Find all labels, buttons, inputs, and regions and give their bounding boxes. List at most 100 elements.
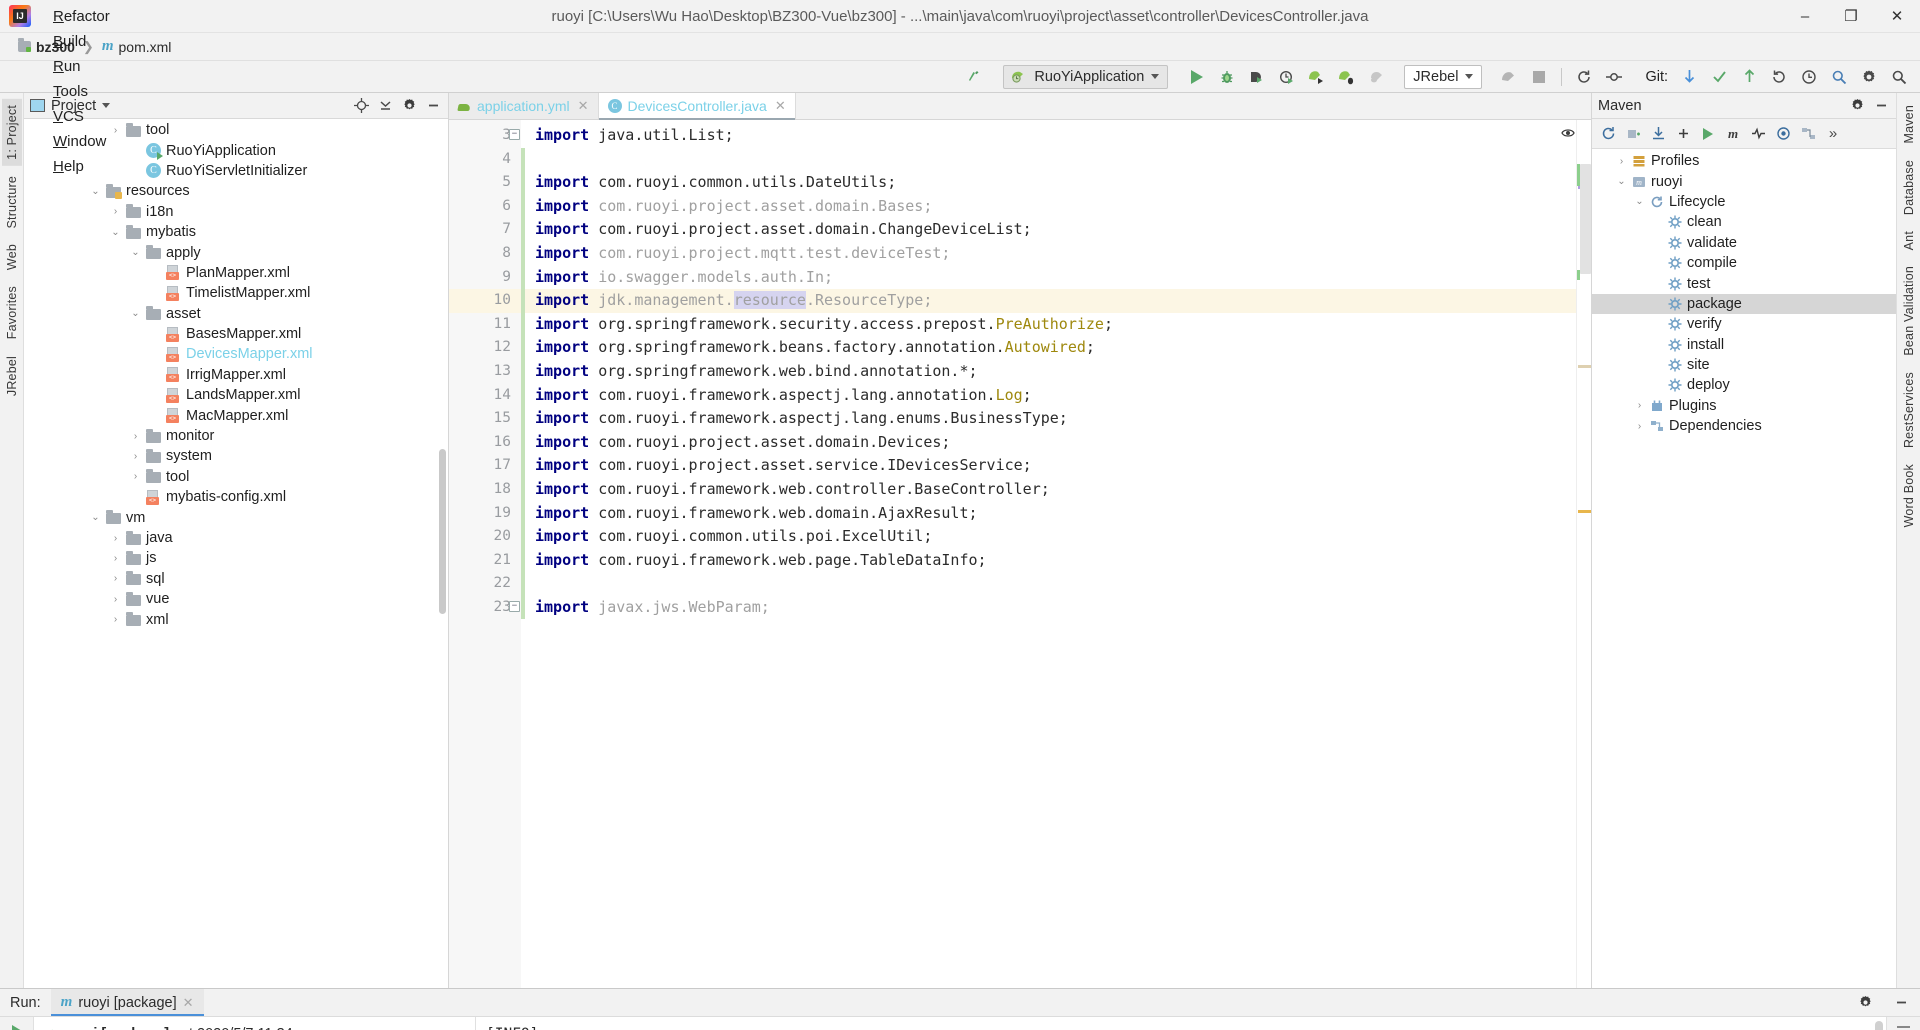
close-icon[interactable]: ✕ [183, 995, 194, 1011]
wrap-text-icon[interactable] [1896, 1025, 1911, 1030]
menu-tools[interactable]: Tools [43, 79, 122, 104]
code-line[interactable]: import org.springframework.beans.factory… [521, 336, 1576, 360]
tree-node[interactable]: ›CRuoYiServletInitializer [24, 161, 448, 181]
tree-node[interactable]: › system [24, 446, 448, 466]
attach-process-icon[interactable] [1364, 65, 1390, 89]
update-project-icon[interactable] [1571, 65, 1597, 89]
maven-goal-tree[interactable]: ›Profiles⌄mruoyi⌄Lifecycle›clean›validat… [1592, 149, 1896, 988]
git-revert-icon[interactable] [1766, 65, 1792, 89]
expand-arrow-icon[interactable]: › [110, 553, 121, 564]
maven-tree-node[interactable]: ⌄ m ruoyi [1592, 171, 1896, 191]
tree-node[interactable]: ›<>DevicesMapper.xml [24, 344, 448, 364]
run-icon[interactable] [1184, 65, 1210, 89]
chevron-down-icon[interactable] [1465, 74, 1474, 79]
close-icon[interactable]: ✕ [775, 98, 786, 114]
tree-node[interactable]: ›<>LandsMapper.xml [24, 385, 448, 405]
line-number[interactable]: 12 [449, 336, 521, 360]
close-icon[interactable]: ✕ [578, 98, 589, 114]
code-line[interactable]: import com.ruoyi.project.asset.service.I… [521, 454, 1576, 478]
tree-node[interactable]: ›<>BasesMapper.xml [24, 324, 448, 344]
expand-arrow-icon[interactable]: ⌄ [90, 186, 101, 197]
console-output[interactable]: [INFO] ---------------------------------… [476, 1017, 1886, 1030]
code-line[interactable]: import com.ruoyi.project.asset.domain.Ch… [521, 218, 1576, 242]
code-line[interactable]: import com.ruoyi.common.utils.DateUtils; [521, 171, 1576, 195]
settings-gear-icon[interactable] [1848, 97, 1866, 115]
run-actions-sidebar[interactable]: » [0, 1017, 34, 1030]
expand-arrow-icon[interactable]: ⌄ [130, 247, 141, 258]
line-number[interactable]: 18 [449, 478, 521, 502]
commit-icon[interactable] [1601, 65, 1627, 89]
console-scrollbar[interactable] [1875, 1021, 1883, 1030]
maven-tree-node[interactable]: ›validate [1592, 233, 1896, 253]
tool-window-button-restservices[interactable]: RestServices [1899, 366, 1919, 454]
editor-tab-bar[interactable]: application.yml ✕ C DevicesController.java ✕ [449, 93, 1591, 120]
expand-arrow-icon[interactable]: ⌄ [110, 227, 121, 238]
run-with-coverage-icon[interactable] [1244, 65, 1270, 89]
tree-node[interactable]: ›<>mybatis-config.xml [24, 487, 448, 507]
maven-tree-node[interactable]: ›site [1592, 355, 1896, 375]
stop-icon[interactable] [1526, 65, 1552, 89]
tree-node[interactable]: ›<>TimelistMapper.xml [24, 283, 448, 303]
editor-scrollbar-thumb[interactable] [1580, 164, 1591, 274]
more-icon[interactable]: » [1822, 123, 1844, 145]
git-history-icon[interactable] [1796, 65, 1822, 89]
code-line[interactable]: import org.springframework.web.bind.anno… [521, 359, 1576, 384]
code-line[interactable] [521, 147, 1576, 172]
line-number-gutter[interactable]: 3 4 5 6 7 8 9 10 11 12 13 14 15 16 17 18 19 20 21 22 23− − [449, 120, 521, 988]
add-icon[interactable] [1672, 123, 1694, 145]
git-commit-icon[interactable] [1706, 65, 1732, 89]
line-number[interactable]: 10 [449, 289, 521, 313]
tree-node[interactable]: ›CRuoYiApplication [24, 140, 448, 161]
maven-tree-node[interactable]: ›compile [1592, 253, 1896, 273]
error-marker-strip[interactable] [1561, 120, 1591, 988]
line-number[interactable]: 6 [449, 195, 521, 219]
expand-arrow-icon[interactable]: › [110, 206, 121, 217]
reload-icon[interactable] [1597, 123, 1619, 145]
expand-arrow-icon[interactable]: ⌄ [130, 308, 141, 319]
line-number[interactable]: 17 [449, 454, 521, 478]
git-push-icon[interactable] [1736, 65, 1762, 89]
code-line[interactable]: import javax.jws.WebParam; [521, 595, 1576, 620]
tree-node[interactable]: › monitor [24, 426, 448, 446]
expand-arrow-icon[interactable]: › [110, 573, 121, 584]
tree-node[interactable]: ⌄ vm [24, 507, 448, 527]
run-configuration-selector[interactable]: RuoYiApplication [1003, 64, 1169, 89]
menu-refactor[interactable]: Refactor [43, 4, 122, 29]
maven-toolbar[interactable]: m » [1592, 119, 1896, 149]
expand-arrow-icon[interactable]: ⌄ [90, 512, 101, 523]
code-line[interactable]: import com.ruoyi.project.asset.domain.Ba… [521, 194, 1576, 219]
line-number[interactable]: 20 [449, 525, 521, 549]
chevron-down-icon[interactable] [1151, 74, 1160, 79]
tool-window-button-favorites[interactable]: Favorites [2, 280, 22, 345]
tree-node[interactable]: › vue [24, 589, 448, 609]
maven-tree-node[interactable]: ⌄ Lifecycle [1592, 192, 1896, 212]
line-number[interactable]: 5 [449, 171, 521, 195]
expand-arrow-icon[interactable]: › [130, 451, 141, 462]
line-number[interactable]: 15 [449, 407, 521, 431]
right-tool-strip[interactable]: Maven Database Ant Bean Validation RestServi… [1896, 93, 1920, 988]
settings-gear-icon[interactable] [1856, 65, 1882, 89]
tree-node[interactable]: › tool [24, 467, 448, 487]
tree-node[interactable]: › java [24, 528, 448, 548]
search-everywhere-icon[interactable] [1826, 65, 1852, 89]
jrebel-debug-icon[interactable] [1334, 65, 1360, 89]
expand-arrow-icon[interactable]: › [130, 431, 141, 442]
tree-node[interactable]: ⌄ mybatis [24, 222, 448, 242]
show-diagram-icon[interactable] [1797, 123, 1819, 145]
main-toolbar[interactable]: RuoYiApplication JRebel Git: [0, 61, 1920, 93]
profiler-icon[interactable] [1274, 65, 1300, 89]
code-line[interactable]: import org.springframework.security.acce… [521, 312, 1576, 337]
code-line[interactable]: import com.ruoyi.project.mqtt.test.devic… [521, 241, 1576, 266]
expand-arrow-icon[interactable]: ⌄ [1634, 196, 1645, 207]
tree-node[interactable]: › i18n [24, 202, 448, 222]
tree-node[interactable]: › sql [24, 569, 448, 589]
expand-arrow-icon[interactable]: › [1634, 421, 1645, 432]
line-number[interactable]: 4 [449, 148, 521, 172]
project-file-tree[interactable]: ›tool ›CRuoYiApplication›CRuoYiServletIni… [24, 119, 448, 988]
toggle-offline-icon[interactable] [1772, 123, 1794, 145]
code-fold-icon[interactable]: − [509, 601, 520, 612]
code-marker[interactable] [1578, 510, 1591, 513]
maven-tree-node[interactable]: ›test [1592, 273, 1896, 293]
maximize-button[interactable]: ❐ [1828, 0, 1874, 33]
tool-window-button-word-book[interactable]: Word Book [1899, 458, 1919, 533]
